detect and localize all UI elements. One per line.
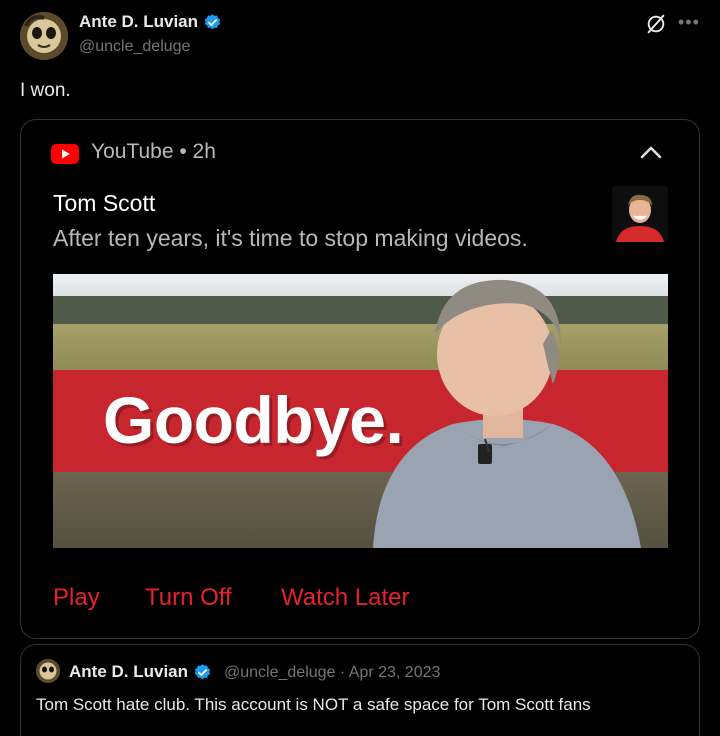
quoted-meta: @uncle_deluge · Apr 23, 2023 [224,664,441,681]
more-icon[interactable]: ••• [678,12,700,33]
author-handle[interactable]: @uncle_deluge [79,38,190,56]
thumbnail-title: Goodbye. [103,383,404,457]
verified-badge-icon [204,13,221,29]
channel-name: Tom Scott [53,190,156,216]
verified-badge-icon [194,663,211,679]
app-name-time: YouTube • 2h [91,140,216,163]
tweet-text: I won. [20,80,71,101]
notification-card[interactable]: YouTube • 2h Tom Scott After ten years, … [20,119,700,639]
quoted-author-name-text: Ante D. Luvian [69,662,189,681]
chevron-up-icon[interactable] [639,142,663,162]
author-name-text[interactable]: Ante D. Luvian [79,12,198,32]
play-button[interactable]: Play [53,584,100,612]
youtube-logo-icon [51,144,79,164]
quoted-tweet[interactable]: Ante D. Luvian @uncle_deluge · Apr 23, 2… [20,644,700,736]
avatar[interactable] [20,12,68,60]
channel-thumbnail [612,186,668,242]
quoted-text: Tom Scott hate club. This account is NOT… [36,695,591,714]
quoted-avatar [36,659,60,683]
author-name[interactable]: Ante D. Luvian [79,12,222,32]
watch-later-button[interactable]: Watch Later [281,584,410,612]
grok-icon[interactable] [645,13,667,35]
video-thumbnail[interactable]: Goodbye. [53,274,668,548]
quoted-author-name: Ante D. Luvian [69,662,212,682]
turn-off-button[interactable]: Turn Off [145,584,232,612]
notification-message: After ten years, it's time to stop makin… [53,225,528,251]
